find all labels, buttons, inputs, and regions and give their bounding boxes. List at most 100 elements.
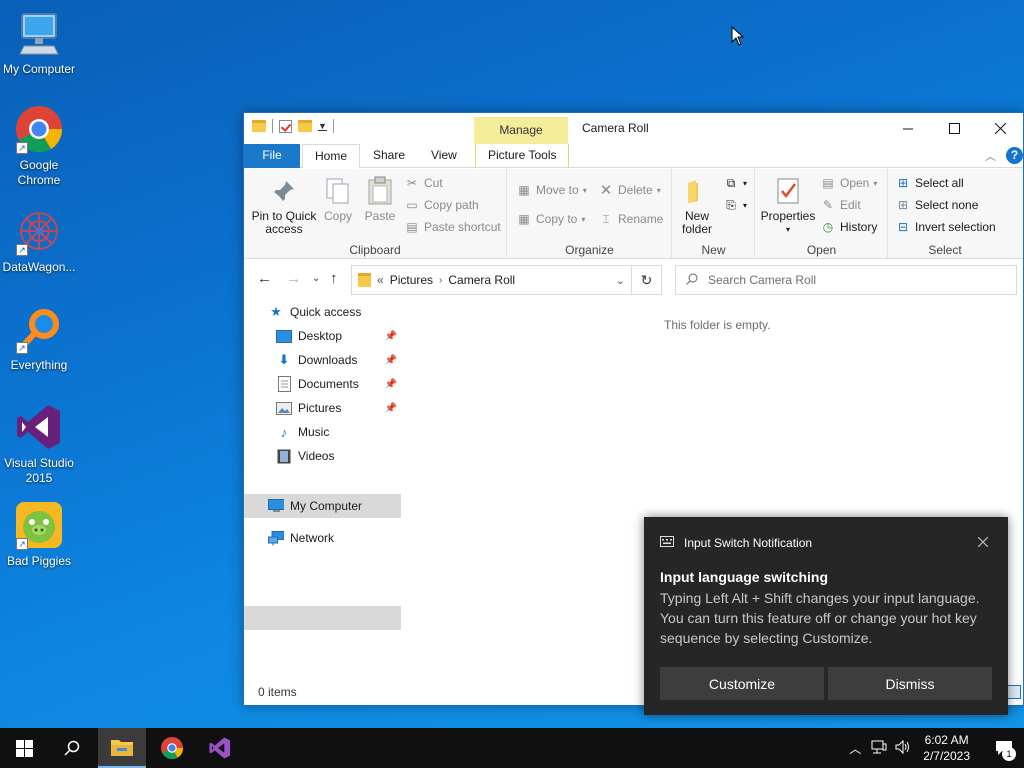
help-icon[interactable]: ? xyxy=(1006,147,1023,164)
pin-icon[interactable]: 📌 xyxy=(385,403,397,414)
tab-share[interactable]: Share xyxy=(361,144,417,168)
breadcrumb-pictures[interactable]: Pictures xyxy=(390,273,433,287)
open-button[interactable]: ▤ Open ▾ xyxy=(820,175,877,191)
desktop-icon-everything[interactable]: ↗ Everything xyxy=(0,304,78,373)
paste-shortcut-button[interactable]: ▤ Paste shortcut xyxy=(404,219,500,235)
toast-close-button[interactable] xyxy=(977,534,989,550)
new-folder-icon[interactable] xyxy=(298,120,312,132)
nav-my-computer-row[interactable] xyxy=(244,606,401,630)
nav-desktop[interactable]: Desktop 📌 xyxy=(244,324,401,348)
address-dropdown-icon[interactable]: ⌄ xyxy=(616,274,625,287)
search-placeholder: Search Camera Roll xyxy=(708,273,817,287)
delete-x-icon: ✕ xyxy=(599,182,613,199)
easy-access-button[interactable]: ⎘ ▾ xyxy=(723,197,747,213)
search-icon xyxy=(64,740,80,756)
invert-selection-button[interactable]: ⊟ Invert selection xyxy=(895,219,996,235)
paste-button[interactable]: Paste xyxy=(360,175,400,223)
pin-to-quick-access-button[interactable]: Pin to Quick access xyxy=(250,175,318,236)
copy-button[interactable]: Copy xyxy=(320,175,356,223)
desktop-icon-label: Bad Piggies xyxy=(6,554,72,568)
desktop-icon-my-computer[interactable]: My Computer xyxy=(0,8,78,77)
pin-icon[interactable]: 📌 xyxy=(385,379,397,390)
address-bar[interactable]: « Pictures › Camera Roll ⌄ xyxy=(351,265,632,295)
customize-button[interactable]: Customize xyxy=(660,667,824,700)
maximize-button[interactable] xyxy=(931,113,977,144)
network-status-icon[interactable] xyxy=(871,740,887,757)
edit-button[interactable]: ✎ Edit xyxy=(820,197,861,213)
dropdown-arrow-icon: ▾ xyxy=(582,185,587,195)
new-folder-button[interactable]: New folder xyxy=(677,175,717,236)
folder-icon xyxy=(358,273,371,287)
customize-toolbar-dropdown-icon[interactable]: ▼ xyxy=(318,121,327,131)
breadcrumb-overflow[interactable]: « xyxy=(377,273,384,287)
clock[interactable]: 6:02 AM 2/7/2023 xyxy=(923,732,970,764)
up-arrow-icon: ↑ xyxy=(330,270,338,287)
desktop-icon-label: Everything xyxy=(10,358,68,372)
copy-path-button[interactable]: ▭ Copy path xyxy=(404,197,478,213)
volume-icon[interactable] xyxy=(895,739,911,757)
recent-locations-button[interactable]: ⌄ xyxy=(312,273,320,284)
search-button[interactable] xyxy=(48,728,96,768)
dismiss-button[interactable]: Dismiss xyxy=(828,667,992,700)
taskbar-chrome[interactable] xyxy=(148,728,196,768)
move-to-button[interactable]: ▦ Move to ▾ xyxy=(516,182,587,198)
tab-view[interactable]: View xyxy=(419,144,469,168)
close-button[interactable] xyxy=(977,113,1023,144)
pin-icon[interactable]: 📌 xyxy=(385,355,397,366)
properties-icon xyxy=(772,175,804,207)
new-item-button[interactable]: ⧉ ▾ xyxy=(723,175,747,191)
show-hidden-icons-chevron-icon[interactable]: ︿ xyxy=(849,740,861,757)
select-none-button[interactable]: ⊞ Select none xyxy=(895,197,978,213)
desktop-icon-bad-piggies[interactable]: ↗ Bad Piggies xyxy=(0,500,78,569)
desktop-icon-visual-studio[interactable]: Visual Studio 2015 xyxy=(0,402,78,486)
up-button[interactable]: ↑ xyxy=(330,270,338,287)
tab-home[interactable]: Home xyxy=(302,144,361,169)
nav-documents[interactable]: Documents 📌 xyxy=(244,372,401,396)
desktop-icon-label: My Computer xyxy=(2,62,76,76)
desktop-icon-google-chrome[interactable]: ↗ Google Chrome xyxy=(0,104,78,188)
tab-file[interactable]: File xyxy=(244,144,300,168)
taskbar-file-explorer[interactable] xyxy=(98,728,146,768)
music-note-icon: ♪ xyxy=(280,424,288,440)
breadcrumb-camera-roll[interactable]: Camera Roll xyxy=(448,273,515,287)
back-button[interactable]: ← xyxy=(257,270,272,287)
taskbar-visual-studio[interactable] xyxy=(196,728,244,768)
start-button[interactable] xyxy=(0,728,48,768)
toolbar-separator xyxy=(272,119,273,133)
nav-videos[interactable]: Videos xyxy=(244,444,401,468)
copy-to-button[interactable]: ▦ Copy to ▾ xyxy=(516,211,585,227)
refresh-button[interactable]: ↻ xyxy=(632,265,662,295)
minimize-button[interactable] xyxy=(885,113,931,144)
nav-pictures[interactable]: Pictures 📌 xyxy=(244,396,401,420)
select-all-button[interactable]: ⊞ Select all xyxy=(895,175,964,191)
scissors-icon: ✂ xyxy=(406,176,418,190)
action-center-button[interactable]: 1 xyxy=(984,728,1024,768)
delete-button[interactable]: ✕ Delete ▾ xyxy=(598,182,661,199)
input-switch-notification: Input Switch Notification Input language… xyxy=(644,517,1008,715)
forward-button[interactable]: → xyxy=(286,270,301,287)
nav-my-computer[interactable]: My Computer xyxy=(244,494,401,518)
rename-button[interactable]: ⌶ Rename xyxy=(598,211,663,227)
collapse-ribbon-icon[interactable]: ︿ xyxy=(985,148,996,164)
desktop-icon-datawagon[interactable]: ↗ DataWagon... xyxy=(0,206,78,275)
nav-downloads[interactable]: ⬇ Downloads 📌 xyxy=(244,348,401,372)
cut-button[interactable]: ✂ Cut xyxy=(404,175,443,191)
tab-picture-tools[interactable]: Picture Tools xyxy=(475,144,570,168)
history-button[interactable]: ◷ History xyxy=(820,219,878,235)
close-icon xyxy=(994,123,1006,134)
properties-check-icon[interactable] xyxy=(279,119,292,133)
network-icon xyxy=(268,530,284,546)
nav-network[interactable]: Network xyxy=(244,526,401,550)
large-icons-view-icon[interactable] xyxy=(1007,685,1021,699)
properties-button[interactable]: Properties ▾ xyxy=(760,175,816,236)
select-none-icon: ⊞ xyxy=(897,198,909,212)
title-bar[interactable]: ▼ Manage Camera Roll xyxy=(244,113,1023,144)
select-all-icon: ⊞ xyxy=(897,176,909,190)
pin-icon[interactable]: 📌 xyxy=(385,331,397,342)
nav-music[interactable]: ♪ Music xyxy=(244,420,401,444)
search-input[interactable]: Search Camera Roll xyxy=(675,265,1017,295)
nav-quick-access[interactable]: ★ Quick access xyxy=(244,300,401,324)
tab-manage[interactable]: Manage xyxy=(474,117,568,144)
datawagon-icon: ↗ xyxy=(14,206,64,256)
select-group: ⊞ Select all ⊞ Select none ⊟ Invert sele… xyxy=(889,169,1001,259)
